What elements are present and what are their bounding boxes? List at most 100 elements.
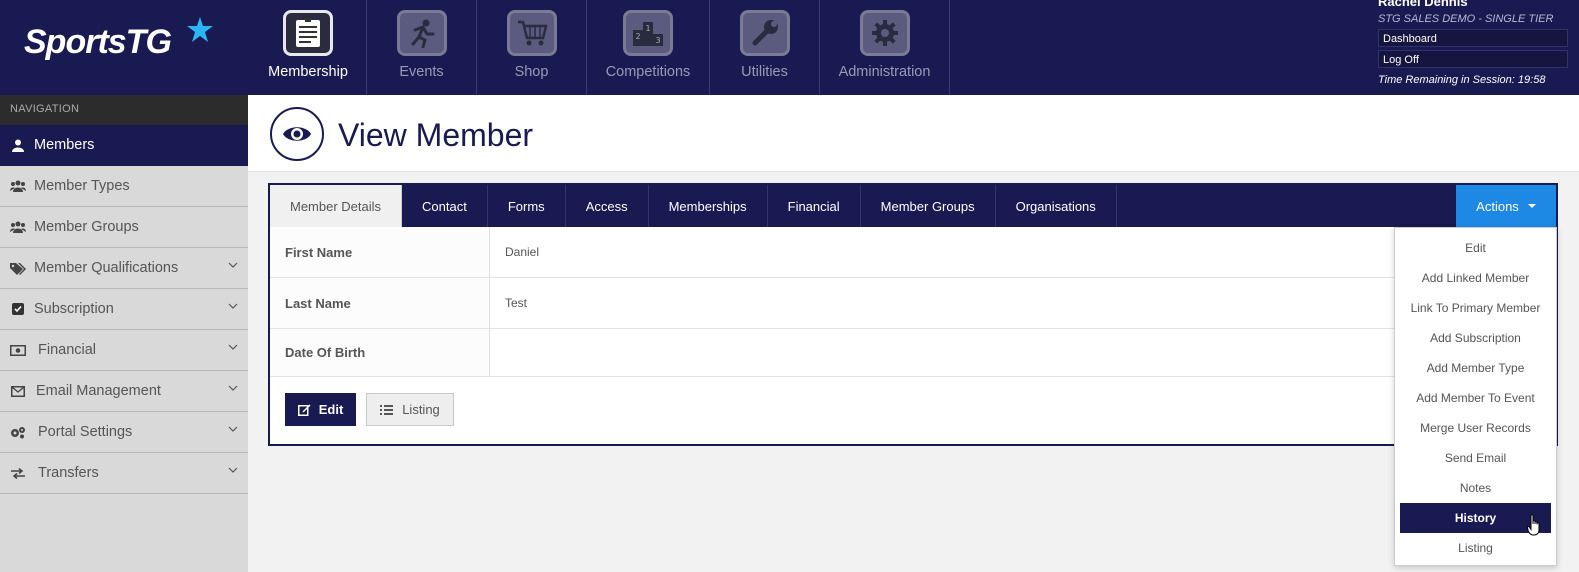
sidebar-item-label: Members: [34, 137, 95, 153]
logo-star-icon: [187, 17, 213, 42]
nav-label: Shop: [514, 64, 549, 80]
listing-button[interactable]: Listing: [366, 393, 454, 426]
member-tabs: Member Details Contact Forms Access Memb…: [270, 185, 1556, 227]
field-label: Date Of Birth: [270, 329, 490, 376]
sidebar-item-label: Member Types: [34, 178, 130, 194]
gear-icon: [859, 10, 910, 56]
user-icon: [10, 138, 26, 152]
nav-utilities[interactable]: Utilities: [710, 0, 820, 95]
list-icon: [380, 404, 394, 415]
tab-contact[interactable]: Contact: [402, 185, 488, 227]
chevron-down-icon: [228, 262, 238, 268]
nav-label: Events: [399, 64, 444, 80]
table-row: First Name Daniel: [270, 227, 1556, 278]
tab-member-groups[interactable]: Member Groups: [861, 185, 996, 227]
membership-clipboard-icon: [283, 10, 333, 56]
table-row: Date Of Birth: [270, 329, 1556, 377]
cogs-icon: [10, 425, 26, 439]
logo-text: SportsTG: [24, 23, 172, 61]
action-notes[interactable]: Notes: [1395, 473, 1556, 503]
wrench-icon: [739, 10, 790, 56]
field-label: First Name: [270, 227, 490, 277]
details-table: First Name Daniel Last Name Test Date Of…: [270, 227, 1556, 377]
user-org: STG SALES DEMO - SINGLE TIER: [1378, 13, 1554, 25]
sidebar-item-label: Transfers: [38, 465, 99, 481]
hand-pointer-cursor-icon: [1527, 514, 1540, 536]
chevron-down-icon: [228, 467, 238, 473]
sidebar: NAVIGATION Members Member Types Member G…: [0, 95, 248, 572]
sidebar-item-member-groups[interactable]: Member Groups: [0, 207, 248, 248]
dashboard-link[interactable]: Dashboard: [1378, 29, 1568, 47]
nav-label: Competitions: [605, 64, 691, 80]
nav-membership[interactable]: Membership: [250, 0, 367, 95]
action-add-member-type[interactable]: Add Member Type: [1395, 353, 1556, 383]
sidebar-item-label: Member Groups: [34, 219, 139, 235]
action-send-email[interactable]: Send Email: [1395, 443, 1556, 473]
actions-label: Actions: [1476, 198, 1519, 214]
top-bar: SportsTG Membership Events Shop 123 Comp…: [0, 0, 1579, 95]
tab-memberships[interactable]: Memberships: [649, 185, 768, 227]
page-header: View Member: [248, 95, 1579, 172]
nav-competitions[interactable]: 12 3 Competitions: [587, 0, 710, 95]
sportstg-logo[interactable]: SportsTG: [24, 17, 224, 68]
exchange-icon: [10, 466, 26, 480]
action-add-linked-member[interactable]: Add Linked Member: [1395, 263, 1556, 293]
chevron-down-icon: [228, 426, 238, 432]
listing-label: Listing: [402, 402, 440, 417]
caret-down-icon: [1527, 204, 1536, 208]
tab-access[interactable]: Access: [566, 185, 649, 227]
nav-events[interactable]: Events: [367, 0, 477, 95]
action-link-to-primary-member[interactable]: Link To Primary Member: [1395, 293, 1556, 323]
users-icon: [10, 179, 26, 193]
money-icon: [10, 343, 26, 357]
tab-forms[interactable]: Forms: [488, 185, 566, 227]
runner-icon: [396, 10, 447, 56]
sidebar-item-portal-settings[interactable]: Portal Settings: [0, 412, 248, 453]
tags-icon: [10, 261, 26, 275]
sidebar-item-member-types[interactable]: Member Types: [0, 166, 248, 207]
page-title: View Member: [338, 117, 534, 153]
log-off-link[interactable]: Log Off: [1378, 50, 1568, 68]
sidebar-item-transfers[interactable]: Transfers: [0, 453, 248, 494]
action-merge-user-records[interactable]: Merge User Records: [1395, 413, 1556, 443]
eye-icon: [270, 107, 324, 161]
action-add-subscription[interactable]: Add Subscription: [1395, 323, 1556, 353]
sidebar-item-members[interactable]: Members: [0, 125, 248, 166]
chevron-down-icon: [228, 385, 238, 391]
sidebar-item-member-qualifications[interactable]: Member Qualifications: [0, 248, 248, 289]
nav-shop[interactable]: Shop: [477, 0, 587, 95]
svg-text:3: 3: [655, 36, 660, 45]
nav-label: Utilities: [741, 64, 788, 80]
user-name: Rachel Dennis: [1378, 0, 1468, 9]
sidebar-item-label: Member Qualifications: [34, 260, 179, 276]
chevron-down-icon: [228, 303, 238, 309]
svg-text:1: 1: [645, 24, 650, 33]
nav-administration[interactable]: Administration: [820, 0, 950, 95]
sidebar-heading: NAVIGATION: [0, 95, 248, 125]
sidebar-item-label: Email Management: [36, 383, 161, 399]
sidebar-item-subscription[interactable]: Subscription: [0, 289, 248, 330]
table-row: Last Name Test: [270, 278, 1556, 329]
sidebar-item-label: Financial: [38, 342, 97, 358]
svg-text:2: 2: [635, 32, 640, 41]
actions-button[interactable]: Actions: [1456, 185, 1556, 227]
user-box: Rachel Dennis STG SALES DEMO - SINGLE TI…: [1378, 0, 1568, 86]
session-timer: Time Remaining in Session: 19:58: [1378, 74, 1546, 86]
sidebar-item-email-management[interactable]: Email Management: [0, 371, 248, 412]
sidebar-item-label: Subscription: [34, 301, 114, 317]
action-edit[interactable]: Edit: [1395, 233, 1556, 263]
sidebar-item-label: Portal Settings: [38, 424, 133, 440]
action-add-member-to-event[interactable]: Add Member To Event: [1395, 383, 1556, 413]
chevron-down-icon: [228, 344, 238, 350]
shopping-cart-icon: [506, 10, 557, 56]
edit-button[interactable]: Edit: [285, 393, 356, 426]
envelope-icon: [10, 384, 26, 398]
tab-financial[interactable]: Financial: [768, 185, 861, 227]
edit-label: Edit: [318, 402, 344, 417]
sidebar-item-financial[interactable]: Financial: [0, 330, 248, 371]
tab-member-details[interactable]: Member Details: [270, 185, 403, 227]
tab-organisations[interactable]: Organisations: [996, 185, 1117, 227]
nav-label: Administration: [838, 64, 931, 80]
top-nav: Membership Events Shop 123 Competitions …: [250, 0, 950, 95]
member-panel: Member Details Contact Forms Access Memb…: [268, 183, 1558, 446]
